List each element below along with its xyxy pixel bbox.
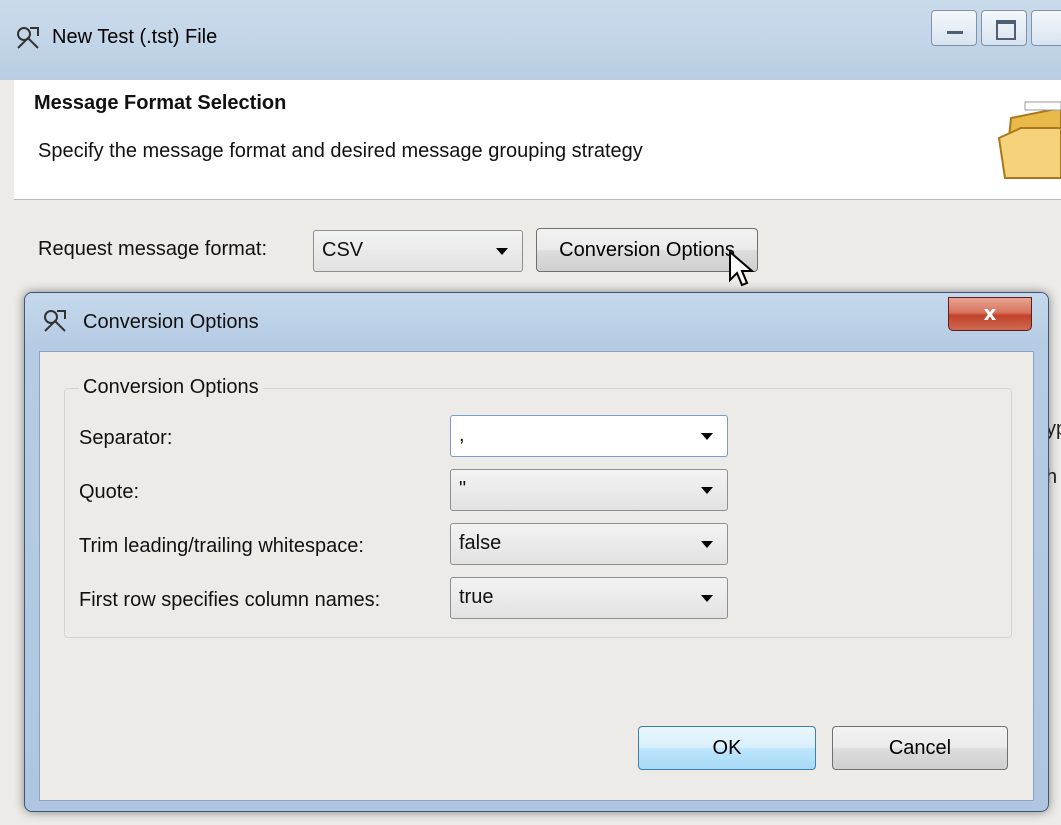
conversion-options-button[interactable]: Conversion Options	[536, 228, 758, 272]
trim-whitespace-select[interactable]: false	[450, 523, 728, 565]
conversion-options-dialog: Conversion Options x Conversion Options …	[24, 292, 1049, 812]
banner-title: Message Format Selection	[34, 92, 287, 114]
request-format-select[interactable]: CSV	[313, 230, 523, 272]
close-icon[interactable]: x	[948, 297, 1032, 331]
quote-select[interactable]: "	[450, 469, 728, 511]
separator-select[interactable]: ,	[450, 415, 728, 457]
separator-label: Separator:	[79, 427, 173, 449]
window-controls	[927, 10, 1061, 46]
dropdown-arrow-icon	[701, 541, 713, 548]
banner-subtitle: Specify the message format and desired m…	[38, 140, 643, 162]
dropdown-arrow-icon	[701, 595, 713, 602]
quote-value: "	[459, 478, 467, 500]
separator-value: ,	[459, 424, 465, 446]
dropdown-arrow-icon	[496, 248, 508, 255]
maximize-icon[interactable]	[981, 10, 1027, 46]
dialog-content: Conversion Options Separator: , Quote: "…	[39, 351, 1034, 801]
dropdown-arrow-icon	[701, 433, 713, 440]
dialog-title: Conversion Options	[83, 311, 259, 333]
app-icon	[17, 27, 39, 49]
quote-label: Quote:	[79, 481, 140, 503]
ok-button[interactable]: OK	[638, 726, 816, 770]
folder-icon	[997, 101, 1061, 179]
trim-whitespace-label: Trim leading/trailing whitespace:	[79, 535, 364, 557]
dropdown-arrow-icon	[701, 487, 713, 494]
request-format-value: CSV	[322, 239, 364, 261]
first-row-names-label: First row specifies column names:	[79, 589, 381, 611]
trim-whitespace-value: false	[459, 532, 502, 554]
wizard-title: New Test (.tst) File	[52, 26, 218, 48]
minimize-icon[interactable]	[931, 10, 977, 46]
app-icon	[44, 310, 66, 332]
first-row-names-value: true	[459, 586, 494, 608]
group-title: Conversion Options	[79, 376, 263, 399]
mouse-cursor-icon	[729, 250, 755, 287]
request-format-label: Request message format:	[38, 238, 267, 260]
first-row-names-select[interactable]: true	[450, 577, 728, 619]
conversion-options-group: Conversion Options Separator: , Quote: "…	[64, 376, 1012, 638]
cancel-button[interactable]: Cancel	[832, 726, 1008, 770]
close-window-button[interactable]	[1031, 10, 1061, 46]
wizard-titlebar: New Test (.tst) File	[0, 0, 1061, 80]
wizard-banner: Message Format Selection Specify the mes…	[14, 80, 1061, 200]
